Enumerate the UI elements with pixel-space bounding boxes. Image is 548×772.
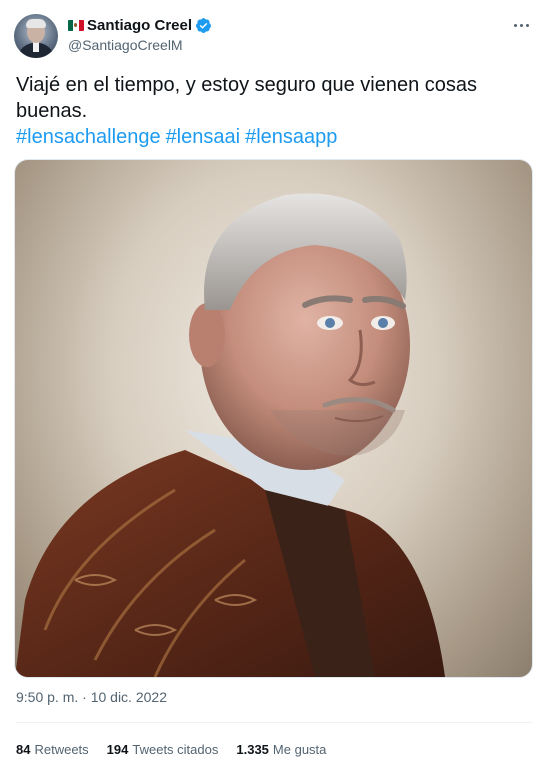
tweet-image[interactable] [14, 159, 533, 678]
tweet-timestamp[interactable]: 9:50 p. m. · 10 dic. 2022 [16, 689, 167, 705]
verified-badge-icon [196, 17, 211, 33]
avatar[interactable] [14, 14, 58, 58]
tweet-text: Viajé en el tiempo, y estoy seguro que v… [16, 74, 478, 122]
tweet-card: Santiago Creel @SantiagoCreelM Viajé en … [0, 0, 548, 772]
author-name-row[interactable]: Santiago Creel [68, 15, 212, 35]
quotes-count: 194 [106, 741, 129, 757]
quote-tweets-stat[interactable]: 194 Tweets citados [107, 742, 219, 757]
portrait-illustration [15, 193, 445, 677]
likes-label: Me gusta [272, 741, 327, 757]
likes-stat[interactable]: 1.335 Me gusta [236, 742, 326, 757]
hashtag-link[interactable]: #lensaai [166, 126, 241, 148]
hashtags: #lensachallenge #lensaai #lensaapp [16, 124, 342, 150]
likes-count: 1.335 [236, 741, 269, 757]
mexico-flag-icon [68, 19, 84, 31]
hashtag-link[interactable]: #lensaapp [245, 126, 337, 148]
author-handle[interactable]: @SantiagoCreelM [68, 37, 183, 53]
more-options-icon[interactable] [510, 15, 532, 35]
tweet-stats: 84 Retweets 194 Tweets citados 1.335 Me gus… [16, 740, 344, 758]
retweets-stat[interactable]: 84 Retweets [16, 742, 89, 757]
retweets-count: 84 [16, 741, 31, 757]
quotes-label: Tweets citados [132, 741, 219, 757]
divider [16, 722, 532, 723]
hashtag-link[interactable]: #lensachallenge [16, 126, 161, 148]
display-name[interactable]: Santiago Creel [87, 17, 192, 34]
retweets-label: Retweets [34, 741, 89, 757]
